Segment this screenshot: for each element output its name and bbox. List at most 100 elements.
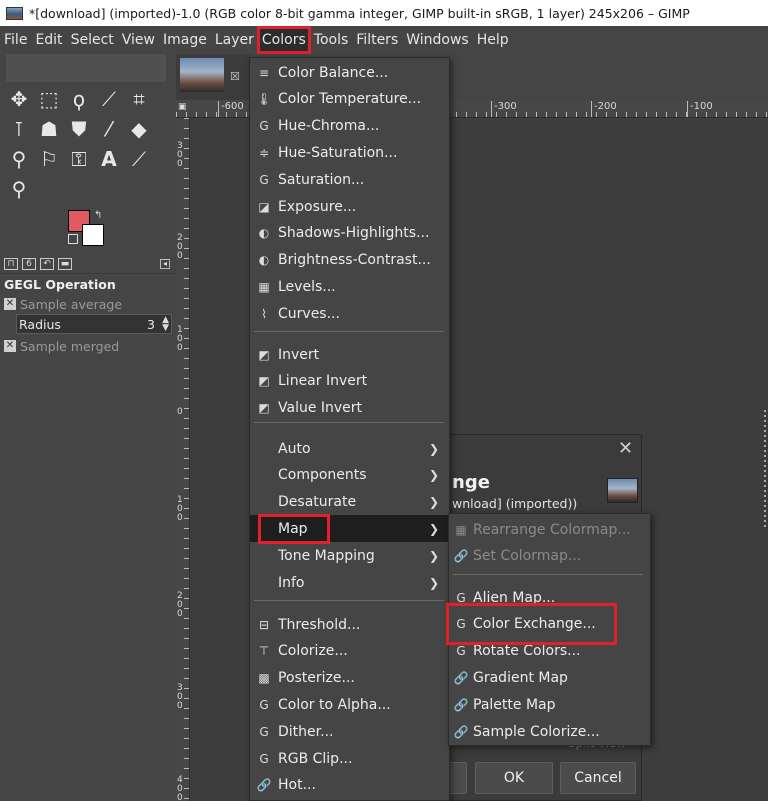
vertical-ruler[interactable]: 3002001000100200300400 (176, 118, 190, 801)
zoom-tool-icon[interactable]: ⚲ (4, 174, 34, 204)
images-tab-icon[interactable]: ▬ (58, 258, 72, 270)
menu-item-label: Info (250, 575, 305, 591)
menu-item-invert[interactable]: ◩Invert (250, 341, 449, 368)
menu-item-brightness-contrast[interactable]: ◐Brightness-Contrast... (250, 247, 449, 274)
paintbrush-tool-icon[interactable]: ⁄ (94, 114, 124, 144)
menu-colors[interactable]: Colors (258, 27, 310, 53)
menu-item-label: Colorize... (278, 643, 348, 659)
menu-item-saturation[interactable]: GSaturation... (250, 166, 449, 193)
thermometer-icon: 🌡 (250, 92, 278, 106)
crop-tool-icon[interactable]: ⌗ (124, 84, 154, 114)
menu-edit[interactable]: Edit (31, 27, 66, 53)
unified-transform-tool-icon[interactable]: ⊺ (4, 114, 34, 144)
menu-item-levels[interactable]: ▦Levels... (250, 273, 449, 300)
menu-select[interactable]: Select (67, 27, 118, 53)
menu-item-dither[interactable]: GDither... (250, 718, 449, 745)
sample-merged-checkbox[interactable]: ✕ Sample merged (0, 336, 176, 356)
checkbox-x-icon: ✕ (4, 340, 16, 352)
bucket-fill-tool-icon[interactable]: ⛊ (64, 114, 94, 144)
menu-item-hue-chroma[interactable]: GHue-Chroma... (250, 113, 449, 140)
menu-item-shadows-highlights[interactable]: ◐Shadows-Highlights... (250, 220, 449, 247)
undo-history-tab-icon[interactable]: ↶ (40, 258, 54, 270)
swap-colors-icon[interactable]: ↰ (94, 210, 102, 221)
dialog-image-thumbnail (607, 478, 638, 503)
menu-item-exposure[interactable]: ◪Exposure... (250, 193, 449, 220)
spin-arrows-icon[interactable]: ▲▼ (162, 316, 169, 332)
ruler-tick-label: -200 (594, 101, 617, 112)
menu-item-label: Hue-Chroma... (278, 118, 379, 134)
smudge-tool-icon[interactable]: ⚐ (34, 144, 64, 174)
menu-item-label: Gradient Map (473, 670, 568, 686)
menu-item-hot[interactable]: 🔗Hot... (250, 772, 449, 799)
background-color-swatch[interactable] (82, 224, 104, 246)
menu-view[interactable]: View (118, 27, 159, 53)
ok-button[interactable]: OK (475, 762, 553, 794)
menu-item-value-invert[interactable]: ◩Value Invert (250, 395, 449, 422)
menu-image[interactable]: Image (159, 27, 211, 53)
menu-file[interactable]: File (0, 27, 31, 53)
dialog-close-icon[interactable]: ✕ (618, 438, 633, 459)
paths-tool-icon[interactable]: ⚿ (64, 144, 94, 174)
reset-colors-icon[interactable] (68, 234, 78, 244)
menu-item-curves[interactable]: ⌇Curves... (250, 300, 449, 327)
warp-tool-icon[interactable]: ☗ (34, 114, 64, 144)
close-image-icon[interactable]: ☒ (230, 70, 240, 83)
menu-item-color-exchange[interactable]: GColor Exchange... (449, 611, 650, 638)
menu-item-posterize[interactable]: ▩Posterize... (250, 665, 449, 692)
menu-item-color-temperature[interactable]: 🌡Color Temperature... (250, 86, 449, 113)
image-tab-thumbnail[interactable] (180, 58, 224, 92)
menu-item-hue-saturation[interactable]: ≑Hue-Saturation... (250, 139, 449, 166)
menu-item-desaturate[interactable]: Desaturate❯ (250, 489, 449, 516)
rearrange-colormap-icon: ▦ (449, 523, 473, 537)
quick-mask-icon[interactable]: ▣ (178, 102, 188, 116)
colorize-icon: ⊤ (250, 644, 278, 658)
gegl-icon: G (449, 644, 473, 658)
menu-item-map[interactable]: Map❯ (250, 515, 449, 542)
move-tool-icon[interactable]: ✥ (4, 84, 34, 114)
invert-icon: ◩ (250, 401, 278, 415)
menu-item-alien-map[interactable]: GAlien Map... (449, 584, 650, 611)
menu-item-sample-colorize[interactable]: 🔗Sample Colorize... (449, 718, 650, 745)
menu-bar: FileEditSelectViewImageLayerColorsToolsF… (0, 26, 768, 54)
menu-item-auto[interactable]: Auto❯ (250, 435, 449, 462)
menu-item-info[interactable]: Info ❯ (250, 569, 449, 596)
sample-average-checkbox[interactable]: ✕ Sample average (0, 294, 176, 314)
menu-layer[interactable]: Layer (211, 27, 258, 53)
levels-icon: ▦ (250, 280, 278, 294)
radius-spinbox[interactable]: Radius 3 ▲▼ (16, 314, 172, 334)
menu-item-rotate-colors[interactable]: GRotate Colors... (449, 638, 650, 665)
menu-item-tone-mapping[interactable]: Tone Mapping❯ (250, 542, 449, 569)
eraser-tool-icon[interactable]: ◆ (124, 114, 154, 144)
menu-item-label: Brightness-Contrast... (278, 252, 431, 268)
menu-item-label: Color Balance... (278, 65, 388, 81)
color-picker-tool-icon[interactable]: ⟋ (124, 144, 154, 174)
submenu-arrow-icon: ❯ (429, 576, 439, 590)
menu-windows[interactable]: Windows (402, 27, 473, 53)
menu-item-set-colormap[interactable]: 🔗Set Colormap... (449, 543, 650, 570)
lasso-tool-icon[interactable]: ϙ (64, 84, 94, 114)
menu-item-threshold[interactable]: ⊟Threshold... (250, 611, 449, 638)
device-status-tab-icon[interactable]: 6 (22, 258, 36, 270)
menu-item-color-balance[interactable]: ≡Color Balance... (250, 59, 449, 86)
dock-menu-icon[interactable]: ◂ (160, 259, 170, 269)
menu-item-linear-invert[interactable]: ◩Linear Invert (250, 368, 449, 395)
menu-item-gradient-map[interactable]: 🔗Gradient Map (449, 664, 650, 691)
tool-options-tab-icon[interactable]: ⊓ (4, 258, 18, 270)
menu-item-rearrange-colormap[interactable]: ▦Rearrange Colormap... (449, 516, 650, 543)
colors-menu: ≡Color Balance...🌡Color Temperature...GH… (249, 57, 450, 801)
fuzzy-select-tool-icon[interactable]: ⟋ (94, 84, 124, 114)
menu-filters[interactable]: Filters (352, 27, 402, 53)
menu-item-label: Linear Invert (278, 373, 367, 389)
menu-tools[interactable]: Tools (310, 27, 353, 53)
cancel-button[interactable]: Cancel (560, 762, 636, 794)
text-tool-icon[interactable]: A (94, 144, 124, 174)
rect-select-tool-icon[interactable]: ⬚ (34, 84, 64, 114)
menu-item-components[interactable]: Components❯ (250, 462, 449, 489)
clone-tool-icon[interactable]: ⚲ (4, 144, 34, 174)
menu-item-label: Alien Map... (473, 590, 555, 606)
menu-item-colorize[interactable]: ⊤Colorize... (250, 638, 449, 665)
menu-help[interactable]: Help (473, 27, 513, 53)
menu-item-palette-map[interactable]: 🔗Palette Map (449, 691, 650, 718)
menu-item-rgb-clip[interactable]: GRGB Clip... (250, 745, 449, 772)
menu-item-color-to-alpha[interactable]: GColor to Alpha... (250, 691, 449, 718)
